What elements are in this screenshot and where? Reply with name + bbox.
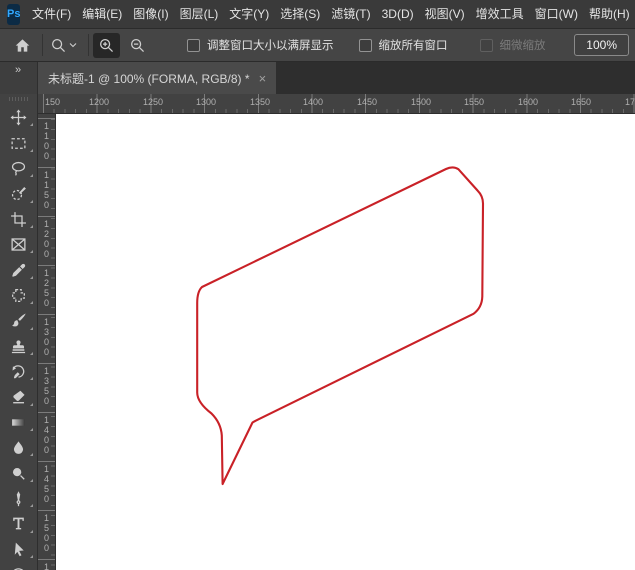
shape-tool[interactable] xyxy=(0,562,37,570)
fit-window-option: 调整窗口大小以满屏显示 xyxy=(187,37,334,53)
zoom-level-box[interactable]: 100% xyxy=(574,34,629,56)
chevron-down-icon[interactable] xyxy=(69,42,77,48)
options-bar: 调整窗口大小以满屏显示 缩放所有窗口 细微缩放 100% xyxy=(0,28,635,62)
tab-bar-filler xyxy=(276,62,635,94)
menu-item-10[interactable]: 窗口(W) xyxy=(529,0,583,28)
hruler-label-10: 1650 xyxy=(571,97,592,107)
path-selection-tool[interactable] xyxy=(0,537,37,562)
zoom-all-windows-label[interactable]: 缩放所有窗口 xyxy=(379,37,448,53)
menu-item-4[interactable]: 文字(Y) xyxy=(224,0,275,28)
eyedropper-tool[interactable] xyxy=(0,257,37,282)
vruler-label-4: 1 3 0 0 xyxy=(38,314,55,357)
tools-panel xyxy=(0,94,38,570)
hruler-label-4: 1350 xyxy=(250,97,271,107)
zoom-out-icon xyxy=(129,37,146,54)
dodge-tool[interactable] xyxy=(0,460,37,485)
menu-item-11[interactable]: 帮助(H) xyxy=(583,0,635,28)
frame-tool[interactable] xyxy=(0,232,37,257)
move-tool[interactable] xyxy=(0,105,37,130)
lasso-tool[interactable] xyxy=(0,156,37,181)
zoom-out-button[interactable] xyxy=(124,33,151,58)
menu-item-9[interactable]: 增效工具 xyxy=(470,0,529,28)
canvas[interactable] xyxy=(56,114,635,570)
fit-window-label[interactable]: 调整窗口大小以满屏显示 xyxy=(207,37,334,53)
vruler-label-2: 1 2 0 0 xyxy=(38,216,55,259)
separator xyxy=(88,34,89,56)
menu-items: 文件(F) 编辑(E) 图像(I) 图层(L) 文字(Y) 选择(S) 滤镜(T) 3D(D)… xyxy=(26,0,635,28)
zoom-tool-icon xyxy=(50,37,67,54)
zoom-all-windows-checkbox[interactable] xyxy=(358,38,372,52)
photoshop-window: Ps 文件(F) 编辑(E) 图像(I) 图层(L) 文字(Y) 选择(S) 滤镜(T) 3D… xyxy=(0,0,635,570)
zoom-tool-preset[interactable] xyxy=(50,37,77,54)
clone-stamp-tool[interactable] xyxy=(0,334,37,359)
zoom-in-button[interactable] xyxy=(93,32,120,58)
vruler-label-5: 1 3 5 0 xyxy=(38,363,55,406)
home-icon[interactable] xyxy=(14,37,31,54)
hruler-label-2: 1250 xyxy=(143,97,164,107)
hruler-label-8: 1550 xyxy=(464,97,485,107)
menu-item-6[interactable]: 滤镜(T) xyxy=(326,0,376,28)
blur-tool[interactable] xyxy=(0,435,37,460)
vruler-label-3: 1 2 5 0 xyxy=(38,265,55,308)
vruler-label-9: 1 5 5 0 xyxy=(38,559,55,570)
tab-bar: » 未标题-1 @ 100% (FORMA, RGB/8) * × xyxy=(0,62,635,94)
panel-grip[interactable] xyxy=(9,97,28,101)
horizontal-ruler[interactable]: 150 1200 1250 1300 1350 1400 1450 1500 1550 1600 1… xyxy=(38,94,635,114)
hruler-label-11: 1700 xyxy=(625,97,635,107)
history-brush-tool[interactable] xyxy=(0,359,37,384)
hruler-label-6: 1450 xyxy=(357,97,378,107)
vruler-label-7: 1 4 5 0 xyxy=(38,461,55,504)
vruler-label-8: 1 5 0 0 xyxy=(38,510,55,553)
tool-list xyxy=(0,105,37,570)
pen-tool[interactable] xyxy=(0,486,37,511)
photoshop-logo-icon[interactable]: Ps xyxy=(7,3,21,25)
hruler-label-9: 1600 xyxy=(518,97,539,107)
type-tool[interactable] xyxy=(0,511,37,536)
menu-item-7[interactable]: 3D(D) xyxy=(376,0,419,28)
hruler-label-5: 1400 xyxy=(303,97,324,107)
vruler-label-0: 1 1 0 0 xyxy=(38,118,55,161)
hruler-label-7: 1500 xyxy=(411,97,432,107)
scrubby-zoom-label: 细微缩放 xyxy=(499,40,546,52)
eraser-tool[interactable] xyxy=(0,384,37,409)
menu-item-1[interactable]: 编辑(E) xyxy=(77,0,128,28)
crop-tool[interactable] xyxy=(0,207,37,232)
tab-title: 未标题-1 @ 100% (FORMA, RGB/8) * xyxy=(48,71,250,86)
separator xyxy=(42,34,43,56)
hruler-label-0: 150 xyxy=(45,97,61,107)
zoom-all-windows-option: 缩放所有窗口 xyxy=(358,37,448,53)
brush-tool[interactable] xyxy=(0,308,37,333)
workspace: 150 1200 1250 1300 1350 1400 1450 1500 1550 1600 1… xyxy=(0,94,635,570)
zoom-in-icon xyxy=(98,37,115,54)
scrubby-zoom-option: 细微缩放 xyxy=(479,37,546,53)
healing-brush-tool[interactable] xyxy=(0,283,37,308)
vruler-label-1: 1 1 5 0 xyxy=(38,167,55,210)
menu-item-2[interactable]: 图像(I) xyxy=(128,0,174,28)
menu-item-0[interactable]: 文件(F) xyxy=(26,0,76,28)
scrubby-zoom-checkbox xyxy=(479,38,493,52)
object-selection-tool[interactable] xyxy=(0,181,37,206)
document-tab[interactable]: 未标题-1 @ 100% (FORMA, RGB/8) * × xyxy=(38,62,277,94)
document-artboard xyxy=(196,166,485,486)
hruler-label-1: 1200 xyxy=(89,97,110,107)
vertical-ruler[interactable]: 1 1 0 0 1 1 5 0 1 2 0 0 1 2 5 0 1 3 0 0 1 3 5… xyxy=(38,114,56,570)
speech-bubble-shape xyxy=(196,166,485,486)
fit-window-checkbox[interactable] xyxy=(187,38,200,52)
menu-item-5[interactable]: 选择(S) xyxy=(275,0,326,28)
menu-item-3[interactable]: 图层(L) xyxy=(174,0,224,28)
menu-item-8[interactable]: 视图(V) xyxy=(419,0,470,28)
vruler-label-6: 1 4 0 0 xyxy=(38,412,55,455)
gradient-tool[interactable] xyxy=(0,410,37,435)
panel-collapse-button[interactable]: » xyxy=(0,62,37,94)
rectangular-marquee-tool[interactable] xyxy=(0,130,37,155)
hruler-label-3: 1300 xyxy=(196,97,217,107)
close-icon[interactable]: × xyxy=(259,71,267,86)
menu-bar: Ps 文件(F) 编辑(E) 图像(I) 图层(L) 文字(Y) 选择(S) 滤镜(T) 3D… xyxy=(0,0,635,28)
